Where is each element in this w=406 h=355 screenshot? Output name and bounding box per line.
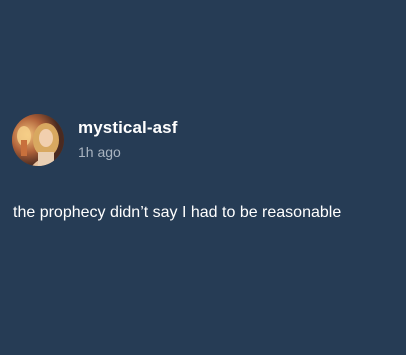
avatar[interactable] xyxy=(12,114,64,166)
avatar-photo-icon xyxy=(12,114,64,166)
post-card: mystical-asf 1h ago the prophecy didn’t … xyxy=(0,0,406,355)
username-link[interactable]: mystical-asf xyxy=(78,118,177,138)
post-header: mystical-asf 1h ago xyxy=(12,114,177,166)
post-meta: mystical-asf 1h ago xyxy=(78,118,177,161)
post-timestamp[interactable]: 1h ago xyxy=(78,143,177,161)
post-text: the prophecy didn’t say I had to be reas… xyxy=(13,204,342,221)
